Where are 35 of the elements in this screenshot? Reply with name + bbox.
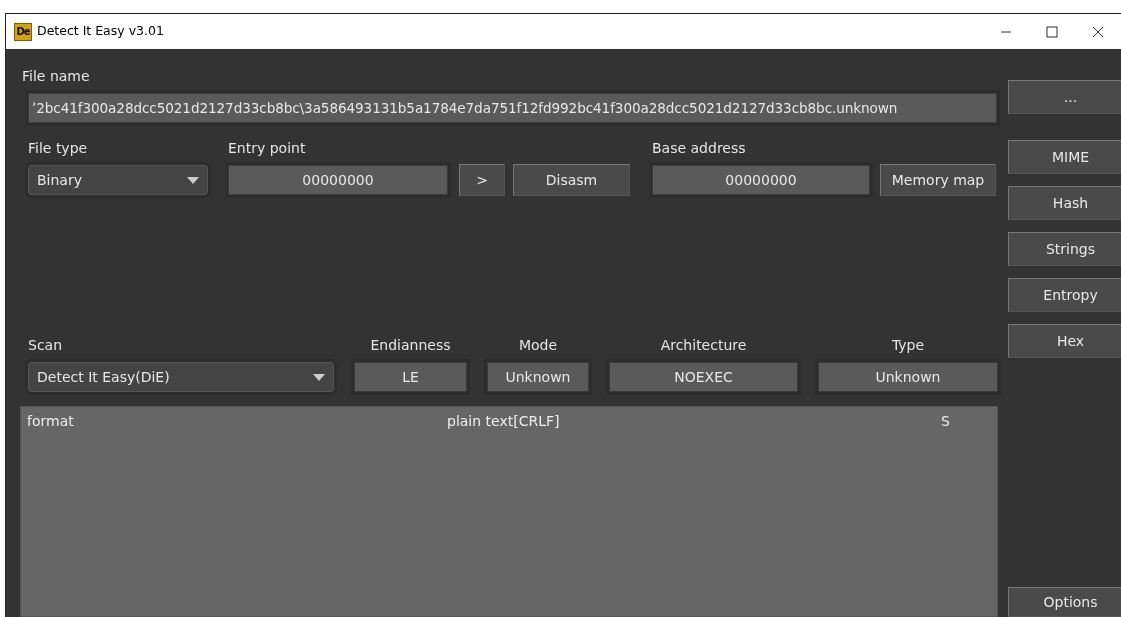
scan-dropdown[interactable]: Detect It Easy(DiE) xyxy=(28,362,334,392)
disasm-button[interactable]: Disasm xyxy=(513,164,630,196)
field-label: File name xyxy=(22,67,91,85)
result-cell-text: plain text[CRLF] xyxy=(447,412,561,431)
info-field: LE xyxy=(354,362,467,392)
go-button[interactable]: > xyxy=(459,164,505,196)
dropdown-arrow-icon xyxy=(313,373,325,381)
field-label: Endianness xyxy=(369,336,452,354)
result-cell-text: S xyxy=(941,412,951,431)
info-field: NOEXEC xyxy=(609,362,798,392)
file-type-dropdown[interactable]: Binary xyxy=(28,165,208,195)
info-field: Unknown xyxy=(487,362,589,392)
tool-button[interactable]: MIME xyxy=(1008,140,1121,174)
result-cell-text: format xyxy=(27,412,75,431)
field-label: Scan xyxy=(28,336,64,354)
tool-button[interactable]: Hex xyxy=(1008,324,1121,358)
window-title: Detect It Easy v3.01 xyxy=(37,22,164,41)
browse-button[interactable]: ... xyxy=(1008,80,1121,114)
dropdown-arrow-icon xyxy=(187,176,199,184)
memory-map-button[interactable]: Memory map xyxy=(880,164,996,196)
field-label: Architecture xyxy=(659,336,748,354)
tool-button[interactable]: Strings xyxy=(1008,232,1121,266)
tool-button[interactable]: Hash xyxy=(1008,186,1121,220)
field-label: Type xyxy=(890,336,926,354)
app-logo: De xyxy=(14,22,32,41)
tool-button[interactable]: Entropy xyxy=(1008,278,1121,312)
options-button[interactable]: Options xyxy=(1008,587,1121,617)
field-label: Base address xyxy=(652,139,747,157)
base-address-field[interactable]: 00000000 xyxy=(652,165,870,195)
entry-point-field[interactable]: 00000000 xyxy=(228,165,448,195)
file-name-field[interactable]: ʼ2bc41f300a28dcc5021d2127d33cb8bc\3a586493131b5a1784e7da751f12fd992bc41f300a28dcc5021d2127d33cb8bc.unknown xyxy=(28,93,997,123)
info-field: Unknown xyxy=(818,362,998,392)
field-label: Mode xyxy=(517,336,559,354)
field-label: Entry point xyxy=(228,139,307,157)
field-label: File type xyxy=(28,139,89,157)
